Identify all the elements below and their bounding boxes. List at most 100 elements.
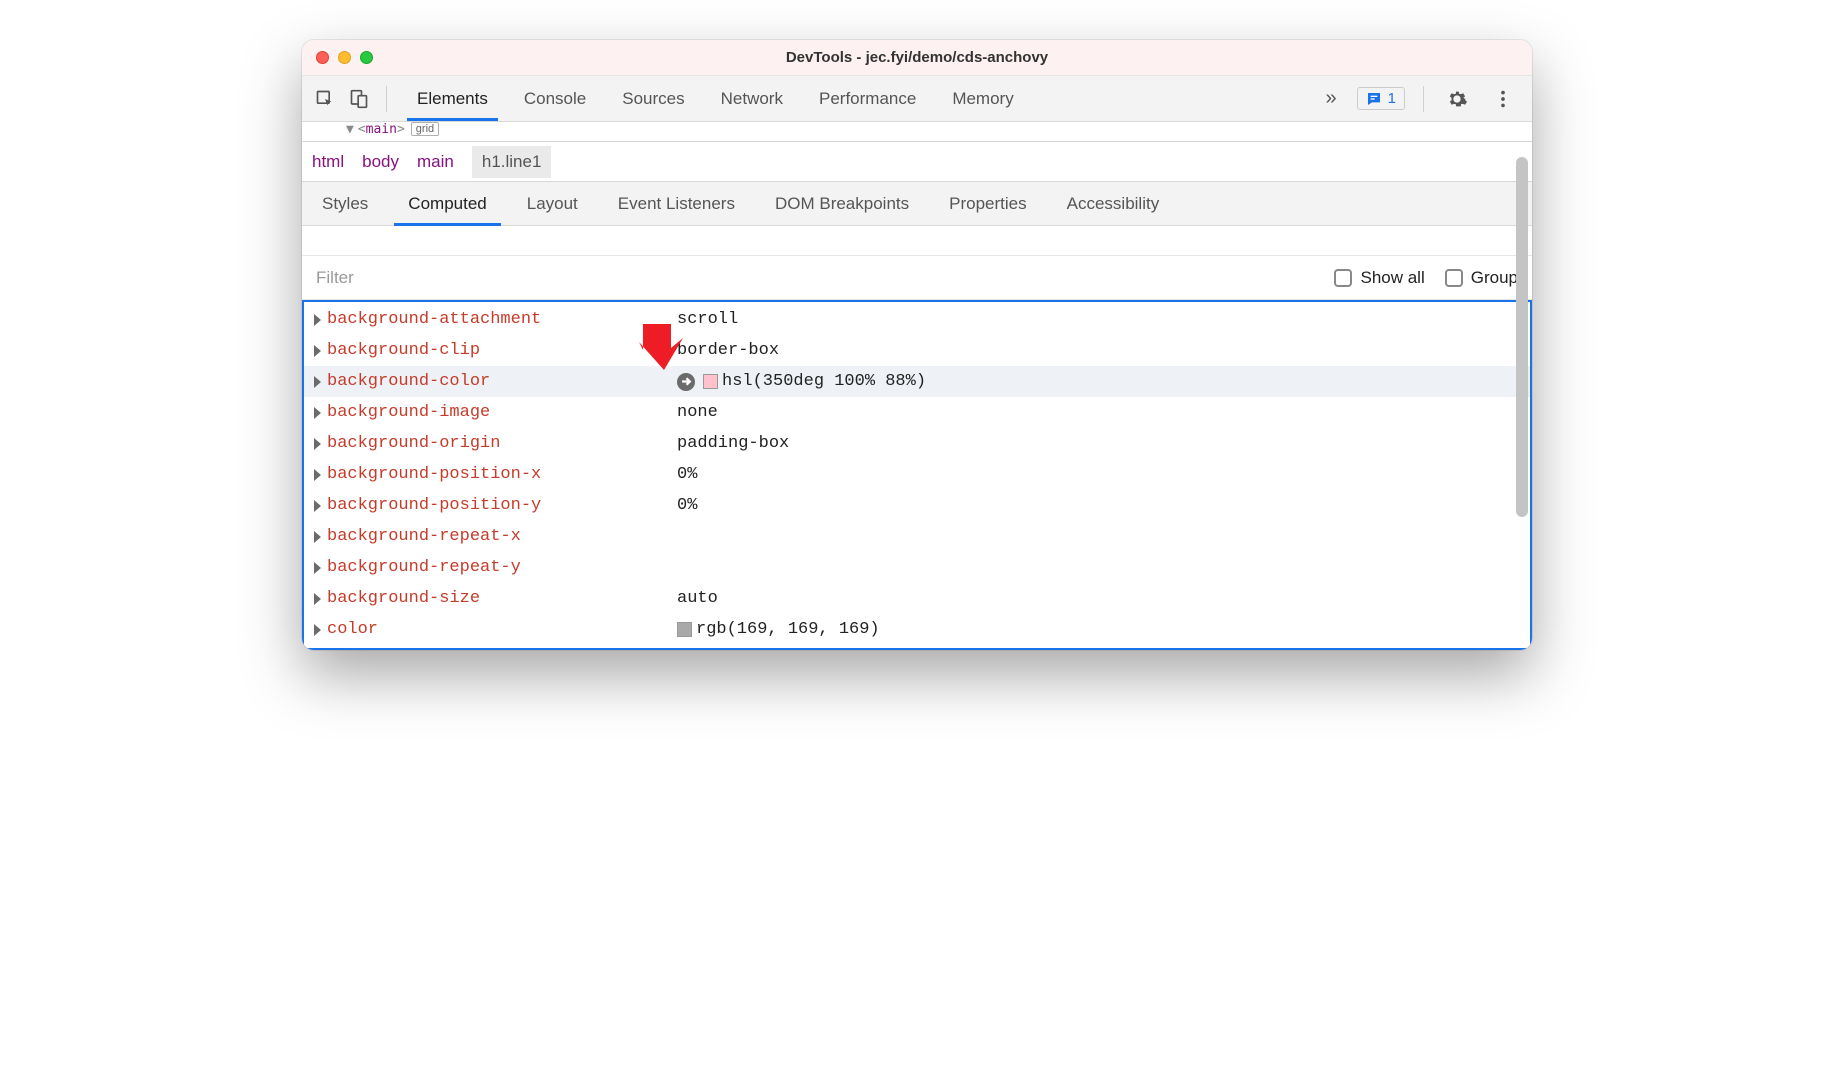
more-menu-icon[interactable] — [1482, 88, 1524, 110]
tab-sources[interactable]: Sources — [604, 76, 702, 121]
property-value-text: 0% — [677, 465, 697, 484]
tab-memory[interactable]: Memory — [934, 76, 1031, 121]
tab-console[interactable]: Console — [506, 76, 604, 121]
expand-triangle-icon[interactable] — [314, 376, 321, 388]
inspect-element-icon[interactable] — [310, 84, 340, 114]
property-name: background-position-x — [327, 465, 677, 484]
computed-property-row[interactable]: background-sizeauto — [304, 583, 1530, 614]
titlebar: DevTools - jec.fyi/demo/cds-anchovy — [302, 40, 1532, 76]
scrollbar-thumb[interactable] — [1516, 157, 1528, 517]
grid-badge[interactable]: grid — [411, 122, 439, 136]
property-value: 0% — [677, 465, 697, 484]
property-value-text: auto — [677, 589, 718, 608]
sidebar-tabs: Styles Computed Layout Event Listeners D… — [302, 182, 1532, 226]
crumb-main[interactable]: main — [417, 152, 454, 172]
crumb-body[interactable]: body — [362, 152, 399, 172]
expand-triangle-icon[interactable] — [314, 531, 321, 543]
panel-tabs: Elements Console Sources Network Perform… — [399, 76, 1312, 121]
computed-property-row[interactable]: background-position-y0% — [304, 490, 1530, 521]
window-title: DevTools - jec.fyi/demo/cds-anchovy — [302, 49, 1532, 66]
group-checkbox[interactable]: Group — [1445, 268, 1518, 288]
property-name: background-image — [327, 403, 677, 422]
more-tabs-icon[interactable]: » — [1316, 87, 1347, 110]
device-toggle-icon[interactable] — [344, 84, 374, 114]
property-value-text: none — [677, 403, 718, 422]
property-value: padding-box — [677, 434, 789, 453]
filter-input[interactable] — [316, 268, 1334, 288]
property-name: background-position-y — [327, 496, 677, 515]
expand-triangle-icon[interactable] — [314, 407, 321, 419]
property-value-text: border-box — [677, 341, 779, 360]
expand-triangle-icon[interactable] — [314, 624, 321, 636]
property-name: background-repeat-x — [327, 527, 677, 546]
property-value-text: 0% — [677, 496, 697, 515]
property-value: hsl(350deg 100% 88%) — [677, 372, 926, 391]
computed-property-row[interactable]: background-imagenone — [304, 397, 1530, 428]
chat-icon — [1366, 91, 1382, 107]
minimize-window-button[interactable] — [338, 51, 351, 64]
subtab-accessibility[interactable]: Accessibility — [1047, 182, 1180, 225]
checkbox-icon — [1334, 269, 1352, 287]
expand-triangle-icon[interactable] — [314, 345, 321, 357]
show-all-label: Show all — [1360, 268, 1424, 288]
issues-count: 1 — [1388, 90, 1396, 107]
filter-row: Show all Group — [302, 256, 1532, 300]
settings-gear-icon[interactable] — [1436, 88, 1478, 110]
computed-properties-panel: background-attachmentscrollbackground-cl… — [302, 300, 1532, 650]
close-window-button[interactable] — [316, 51, 329, 64]
computed-property-row[interactable]: background-position-x0% — [304, 459, 1530, 490]
traffic-lights — [302, 51, 373, 64]
property-value-text: hsl(350deg 100% 88%) — [722, 372, 926, 391]
property-name: background-color — [327, 372, 677, 391]
color-swatch[interactable] — [677, 622, 692, 637]
computed-property-row[interactable]: background-attachmentscroll — [304, 304, 1530, 335]
crumb-h1-line1[interactable]: h1.line1 — [472, 146, 552, 178]
spacer — [302, 226, 1532, 256]
computed-property-row[interactable]: color rgb(169, 169, 169) — [304, 614, 1530, 645]
property-value-text: scroll — [677, 310, 738, 329]
property-name: background-repeat-y — [327, 558, 677, 577]
property-name: background-origin — [327, 434, 677, 453]
property-name: color — [327, 620, 677, 639]
tab-performance[interactable]: Performance — [801, 76, 934, 121]
computed-property-row[interactable]: background-color hsl(350deg 100% 88%) — [304, 366, 1530, 397]
subtab-styles[interactable]: Styles — [302, 182, 388, 225]
expand-triangle-icon[interactable] — [314, 562, 321, 574]
property-value-text: padding-box — [677, 434, 789, 453]
property-value: none — [677, 403, 718, 422]
expand-triangle-icon[interactable] — [314, 469, 321, 481]
subtab-properties[interactable]: Properties — [929, 182, 1046, 225]
checkbox-icon — [1445, 269, 1463, 287]
expand-triangle-icon[interactable] — [314, 593, 321, 605]
property-name: background-clip — [327, 341, 677, 360]
expand-triangle-icon[interactable] — [314, 500, 321, 512]
property-name: background-size — [327, 589, 677, 608]
dom-tree-strip[interactable]: ▼ <main> grid — [302, 122, 1532, 142]
subtab-computed[interactable]: Computed — [388, 182, 506, 225]
expand-triangle-icon[interactable] — [314, 438, 321, 450]
subtab-dom-breakpoints[interactable]: DOM Breakpoints — [755, 182, 929, 225]
computed-property-row[interactable]: background-repeat-x — [304, 521, 1530, 552]
crumb-html[interactable]: html — [312, 152, 344, 172]
goto-source-icon[interactable] — [677, 373, 695, 391]
show-all-checkbox[interactable]: Show all — [1334, 268, 1424, 288]
expand-triangle-icon[interactable] — [314, 314, 321, 326]
tab-network[interactable]: Network — [703, 76, 801, 121]
property-value-text: rgb(169, 169, 169) — [696, 620, 880, 639]
tab-elements[interactable]: Elements — [399, 76, 506, 121]
issues-badge[interactable]: 1 — [1357, 87, 1405, 110]
subtab-event-listeners[interactable]: Event Listeners — [598, 182, 755, 225]
breadcrumb: html body main h1.line1 — [302, 142, 1532, 182]
computed-property-row[interactable]: background-repeat-y — [304, 552, 1530, 583]
property-value: scroll — [677, 310, 738, 329]
computed-property-row[interactable]: background-clipborder-box — [304, 335, 1530, 366]
property-value: rgb(169, 169, 169) — [677, 620, 880, 639]
toolbar-separator — [386, 86, 387, 112]
group-label: Group — [1471, 268, 1518, 288]
subtab-layout[interactable]: Layout — [507, 182, 598, 225]
color-swatch[interactable] — [703, 374, 718, 389]
property-name: background-attachment — [327, 310, 677, 329]
property-value: auto — [677, 589, 718, 608]
computed-property-row[interactable]: background-originpadding-box — [304, 428, 1530, 459]
maximize-window-button[interactable] — [360, 51, 373, 64]
